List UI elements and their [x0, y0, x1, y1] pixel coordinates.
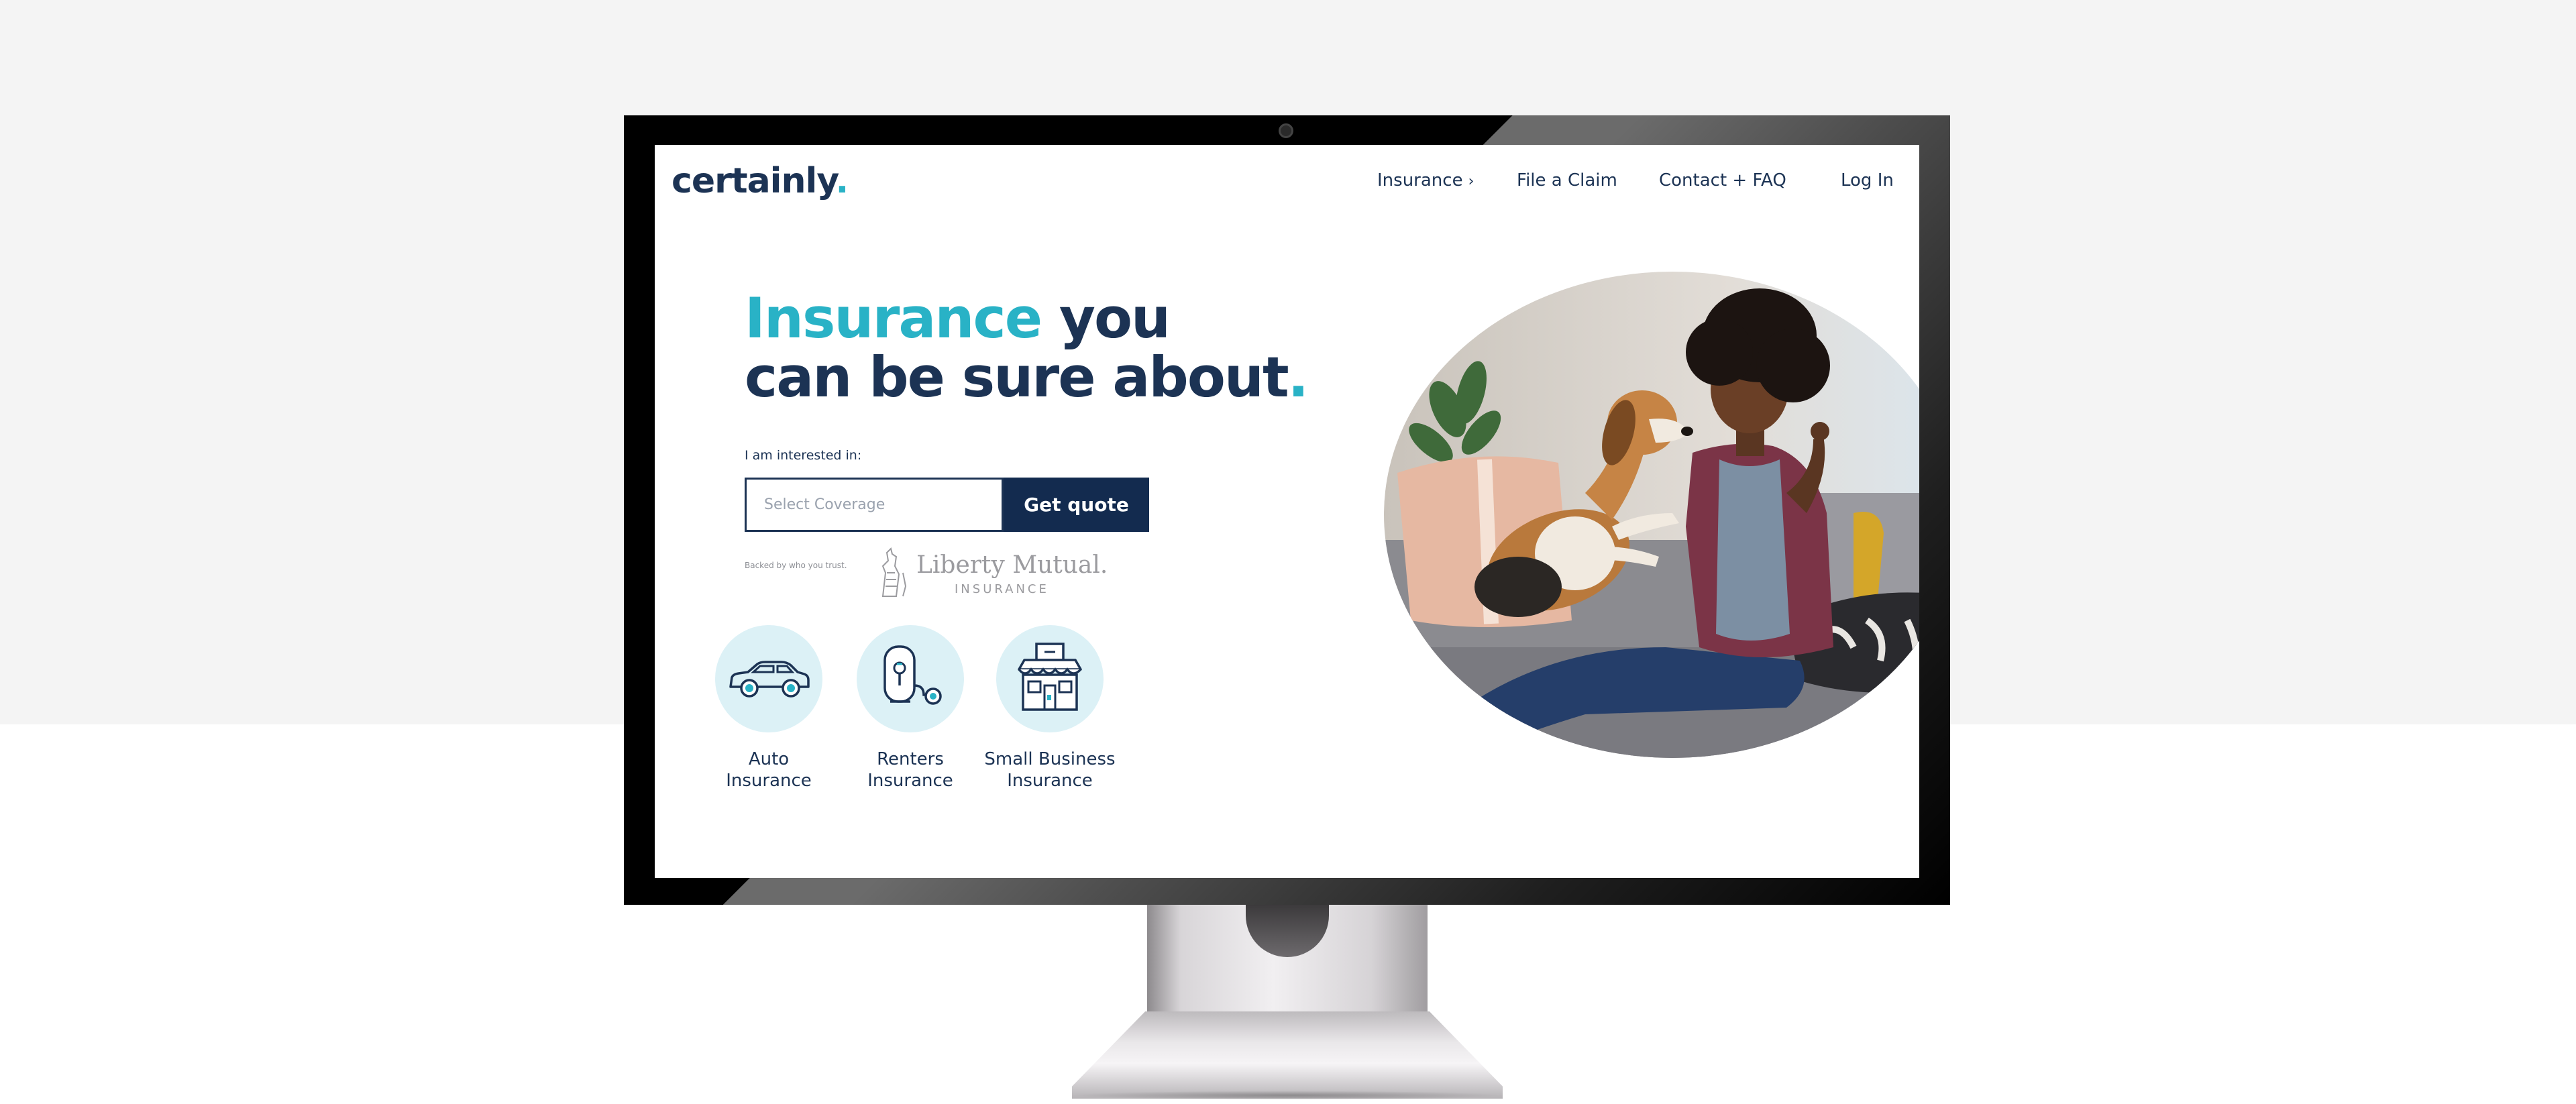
- product-small-business-circle: [996, 625, 1104, 732]
- nav-log-in-label: Log In: [1841, 170, 1894, 190]
- website-screen: certainly. Insurance › File a Claim Conta…: [655, 145, 1919, 878]
- headline-line-2: can be sure about.: [745, 345, 1309, 410]
- logo-text: certainly: [672, 161, 836, 201]
- monitor-stand-shadow: [1072, 1091, 1503, 1100]
- logo-dot: .: [835, 161, 849, 201]
- product-small-business-label: Small Business Insurance: [973, 749, 1127, 791]
- site-logo[interactable]: certainly.: [672, 161, 849, 201]
- interest-label: I am interested in:: [745, 448, 862, 463]
- nav-contact-faq[interactable]: Contact + FAQ: [1659, 170, 1786, 190]
- storefront-icon: [1018, 643, 1082, 711]
- product-auto[interactable]: Auto Insurance: [692, 625, 846, 791]
- product-renters[interactable]: Renters Insurance: [833, 625, 987, 791]
- monitor-stand-base: [1072, 1011, 1503, 1099]
- hero-headline: Insurance you can be sure about.: [745, 289, 1309, 410]
- headline-line1-rest: you: [1059, 286, 1171, 351]
- product-auto-label: Auto Insurance: [692, 749, 846, 791]
- nav-file-claim-label: File a Claim: [1517, 170, 1617, 190]
- get-quote-button[interactable]: Get quote: [1004, 478, 1149, 532]
- coverage-select-placeholder: Select Coverage: [764, 496, 885, 513]
- nav-file-claim[interactable]: File a Claim: [1517, 170, 1617, 190]
- statue-icon: [881, 547, 907, 597]
- chevron-right-icon: ›: [1468, 173, 1474, 190]
- product-renters-label: Renters Insurance: [833, 749, 987, 791]
- headline-line-1: Insurance you: [745, 289, 1307, 348]
- product-auto-line2: Insurance: [726, 771, 812, 791]
- webcam-icon: [1279, 123, 1293, 138]
- get-quote-label: Get quote: [1024, 494, 1129, 516]
- partner-name: Liberty Mutual.: [916, 551, 1108, 579]
- product-auto-line1: Auto: [748, 749, 790, 769]
- backed-by-text: Backed by who you trust.: [745, 561, 847, 570]
- nav-insurance-label: Insurance: [1377, 170, 1463, 190]
- car-icon: [729, 661, 810, 698]
- product-renters-circle: [857, 625, 964, 732]
- door-key-icon: [883, 645, 942, 705]
- nav-log-in[interactable]: Log In: [1841, 170, 1894, 190]
- nav-insurance[interactable]: Insurance ›: [1377, 170, 1474, 190]
- product-auto-circle: [715, 625, 822, 732]
- nav-contact-faq-label: Contact + FAQ: [1659, 170, 1786, 190]
- product-small-business[interactable]: Small Business Insurance: [973, 625, 1127, 791]
- partner-subtitle: INSURANCE: [955, 582, 1049, 596]
- product-small-business-line2: Insurance: [1007, 771, 1093, 791]
- product-renters-line1: Renters: [877, 749, 944, 769]
- hero-image: [1384, 272, 1919, 758]
- headline-dot: .: [1287, 345, 1309, 410]
- headline-accent: Insurance: [745, 286, 1042, 351]
- product-renters-line2: Insurance: [867, 771, 953, 791]
- coverage-select[interactable]: Select Coverage: [745, 478, 1004, 532]
- woman-with-dog-photo: [1384, 272, 1919, 758]
- product-small-business-line1: Small Business: [984, 749, 1116, 769]
- headline-line2-text: can be sure about: [745, 345, 1289, 410]
